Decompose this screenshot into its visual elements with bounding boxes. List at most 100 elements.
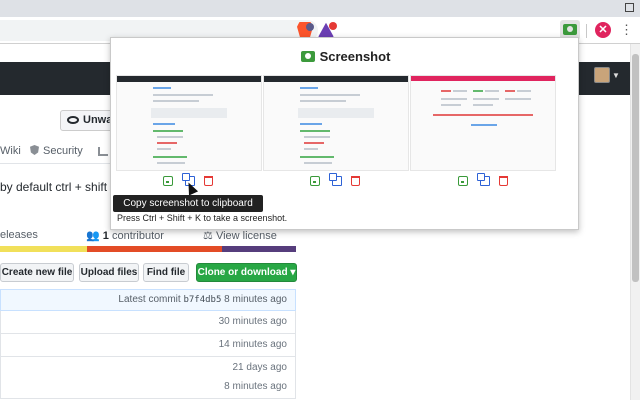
thumbnail-line [157,142,177,144]
x-extension-icon[interactable]: ✕ [595,22,611,38]
thumbnail-block [298,108,374,118]
thumbnail-line [300,87,318,89]
thumbnail-line [505,90,515,92]
thumbnail-line [441,90,451,92]
popup-title-text: Screenshot [319,49,391,64]
thumbnail-header [264,76,408,82]
toolbar-separator [586,24,587,38]
thumbnail-line [153,94,213,96]
copy-tooltip: Copy screenshot to clipboard [113,195,263,212]
latest-commit-label: Latest commit [118,294,181,305]
restore-window-icon[interactable] [625,3,634,12]
latest-commit-bar: Latest commit b7f4db5 8 minutes ago [0,289,296,311]
language-bar[interactable] [0,246,296,252]
thumbnail-line [517,90,531,92]
find-file-button[interactable]: Find file [143,263,189,282]
browser-menu-icon[interactable]: ⋮ [620,22,633,38]
language-segment [0,246,87,252]
thumbnail-line [153,100,199,102]
thumbnail-line [300,123,322,125]
thumbnail-line [441,104,461,106]
contributors-count: 1 [102,230,109,242]
thumbnail-line [153,87,171,89]
title-bar [0,0,640,17]
clone-or-download-button[interactable]: Clone or download ▾ [196,263,297,282]
file-time: 8 minutes ago [224,381,287,392]
save-icon[interactable] [458,176,468,186]
table-row[interactable]: 30 minutes ago [0,311,296,334]
delete-icon[interactable] [351,176,360,186]
upload-files-button[interactable]: Upload files [79,263,139,282]
thumbnail-header [117,76,261,82]
thumbnail-header [411,76,555,81]
thumbnail-line [505,98,531,100]
extension-badge [329,22,337,30]
thumbnail-line [471,124,497,126]
thumbnail-line [433,114,533,116]
copy-icon[interactable] [329,173,342,186]
license-label: View license [215,230,277,242]
create-new-file-button[interactable]: Create new file [0,263,74,282]
browser-window: ✕ ⋮ ▼ Unwatch Wiki Security by default c… [0,0,640,400]
thumbnail-line [157,162,185,164]
thumbnail-line [304,162,332,164]
eye-icon [67,116,79,124]
commit-time: 8 minutes ago [224,294,287,305]
thumbnail-line [153,123,175,125]
thumbnail-line [304,148,318,150]
scrollbar-thumb[interactable] [632,54,639,282]
scale-icon: ⚖ [203,230,213,242]
contributors-label: contributor [111,230,164,242]
license-link[interactable]: ⚖ View license [203,229,277,242]
graph-icon[interactable] [98,147,108,156]
thumbnail-line [153,156,187,158]
thumbnail-line [473,98,499,100]
thumbnail-block [151,108,227,118]
tab-wiki[interactable]: Wiki [0,145,21,157]
save-icon[interactable] [163,176,173,186]
commit-hash[interactable]: b7f4db5 [183,295,221,305]
screenshot-thumbnail-3[interactable] [410,75,556,171]
contributors-link[interactable]: 👥 1 contributor [86,229,164,242]
thumbnail-line [441,98,467,100]
avatar[interactable] [594,67,610,83]
tab-security[interactable]: Security [30,145,83,157]
language-segment [222,246,296,252]
shortcut-hint: Press Ctrl + Shift + K to take a screens… [117,213,288,223]
screenshot-thumbnail-1[interactable] [116,75,262,171]
thumbnail-line [300,156,334,158]
save-icon[interactable] [310,176,320,186]
camera-icon [300,51,315,62]
thumbnail-line [485,90,499,92]
camera-icon [563,24,577,35]
file-time: 21 days ago [232,362,288,373]
thumbnail-line [157,148,171,150]
page-scrollbar[interactable] [630,44,640,400]
file-time: 30 minutes ago [218,316,287,327]
shield-icon [30,145,39,155]
people-icon: 👥 [86,230,100,242]
popup-title: Screenshot [111,49,580,64]
thumbnail-line [304,142,324,144]
copy-icon[interactable] [477,173,490,186]
thumbnail-line [157,136,183,138]
thumbnail-line [300,94,360,96]
delete-icon[interactable] [499,176,508,186]
extension-badge [306,23,314,31]
thumbnail-line [300,130,330,132]
language-segment [87,246,222,252]
screenshot-thumbnail-2[interactable] [263,75,409,171]
chevron-down-icon[interactable]: ▼ [612,71,620,80]
table-row[interactable]: 8 minutes ago [0,376,296,399]
repo-description: by default ctrl + shift + [0,180,118,194]
thumbnail-line [473,90,483,92]
delete-icon[interactable] [204,176,213,186]
thumbnail-line [304,136,330,138]
tab-security-label: Security [43,145,83,157]
releases-link[interactable]: eleases [0,229,38,241]
table-row[interactable]: 14 minutes ago [0,334,296,357]
thumbnail-line [153,130,183,132]
thumbnail-line [473,104,493,106]
file-time: 14 minutes ago [218,339,287,350]
thumbnail-line [300,100,346,102]
